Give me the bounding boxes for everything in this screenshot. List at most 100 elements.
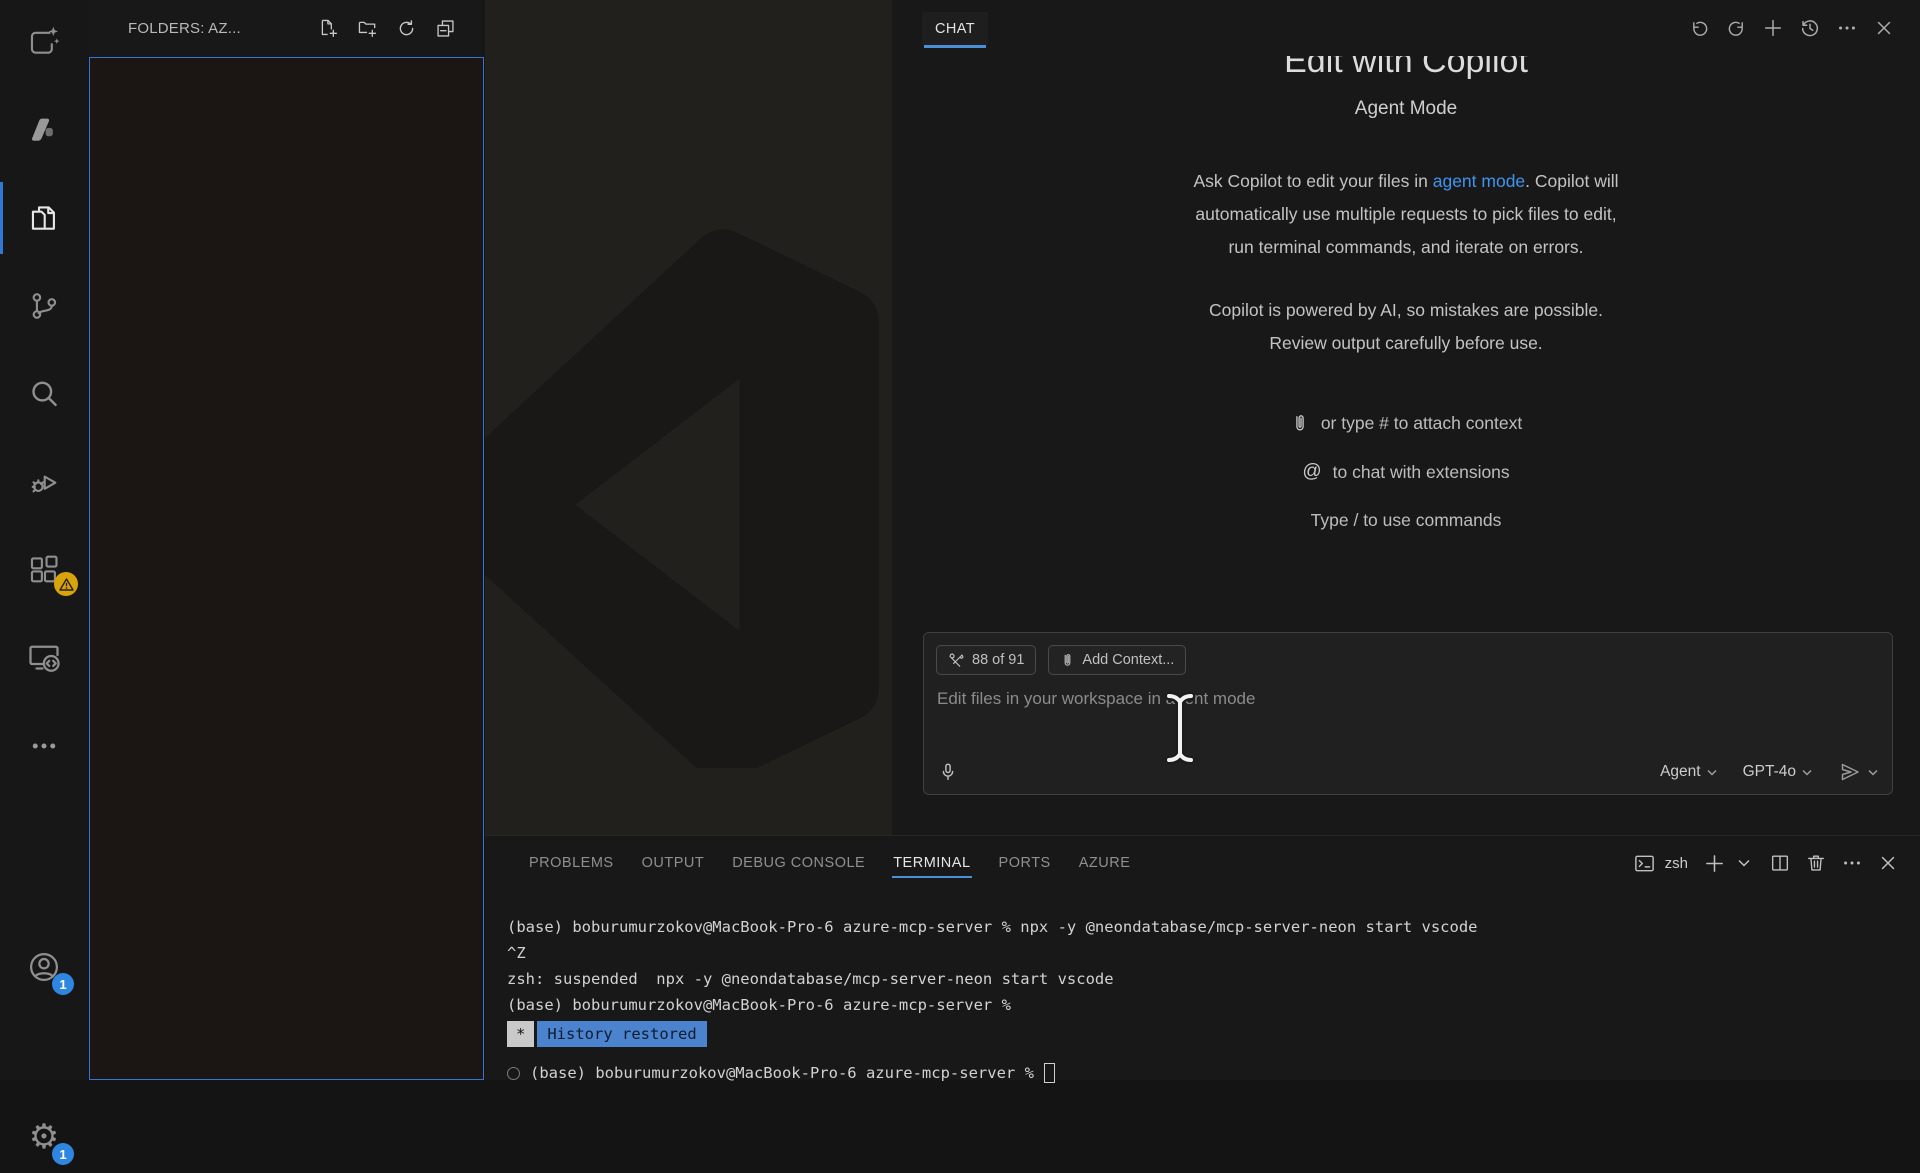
- history-icon: [1799, 17, 1821, 39]
- chevron-down-icon: [1868, 769, 1878, 776]
- chat-history-button[interactable]: [1798, 16, 1822, 40]
- activity-remote-explorer[interactable]: [0, 622, 88, 694]
- terminal-cursor: [1044, 1063, 1055, 1083]
- terminal-line: ^Z: [507, 940, 1912, 966]
- chevron-down-icon: [1707, 769, 1717, 776]
- p1-line2: automatically use multiple requests to p…: [1195, 204, 1616, 224]
- activity-source-control[interactable]: [0, 270, 88, 342]
- hint-extensions-label: to chat with extensions: [1333, 462, 1510, 483]
- chat-input-box[interactable]: 88 of 91 Add Context... Edit files in yo…: [923, 632, 1893, 795]
- kill-terminal-button[interactable]: [1804, 851, 1828, 875]
- activity-explorer[interactable]: [0, 182, 88, 254]
- new-file-icon: [318, 18, 339, 39]
- new-chat-button[interactable]: [1761, 16, 1785, 40]
- redo-icon: [1726, 18, 1747, 39]
- tab-debug-console[interactable]: DEBUG CONSOLE: [731, 846, 866, 880]
- tab-terminal[interactable]: TERMINAL: [892, 846, 971, 880]
- p2-line2: Review output carefully before use.: [1269, 333, 1542, 353]
- microphone-icon: [937, 761, 959, 783]
- command-decoration-icon: [507, 1067, 520, 1080]
- terminal-shell-button[interactable]: [1633, 851, 1657, 875]
- new-file-button[interactable]: [316, 17, 340, 41]
- model-picker[interactable]: GPT-4o: [1743, 763, 1812, 781]
- collapse-all-icon: [435, 18, 456, 39]
- activity-settings[interactable]: ⚙ 1: [0, 1101, 88, 1173]
- more-icon: [1841, 852, 1863, 874]
- chat-title: Edit with Copilot: [892, 56, 1920, 81]
- chat-more-button[interactable]: [1835, 16, 1859, 40]
- collapse-all-button[interactable]: [433, 17, 457, 41]
- panel-more-button[interactable]: [1840, 851, 1864, 875]
- explorer-tree[interactable]: [89, 57, 484, 1080]
- activity-search[interactable]: [0, 358, 88, 430]
- p1-text-b: . Copilot will: [1525, 171, 1618, 191]
- bottom-panel: PROBLEMS OUTPUT DEBUG CONSOLE TERMINAL P…: [485, 835, 1920, 1080]
- extensions-warning-badge: [54, 572, 78, 596]
- tab-chat[interactable]: CHAT: [922, 12, 988, 45]
- sidebar-header: FOLDERS: AZ...: [88, 0, 485, 57]
- chat-subtitle: Agent Mode: [892, 98, 1920, 120]
- more-icon: [1836, 17, 1858, 39]
- activity-azure-extension[interactable]: [0, 94, 88, 166]
- mic-button[interactable]: [936, 760, 960, 784]
- undo-button[interactable]: [1687, 16, 1711, 40]
- remote-explorer-icon: [26, 640, 62, 676]
- activity-extensions[interactable]: [0, 534, 88, 606]
- panel-close-button[interactable]: [1876, 851, 1900, 875]
- terminal-prompt-text: (base) boburumurzokov@MacBook-Pro-6 azur…: [530, 1060, 1034, 1086]
- activity-bar: 1 ⚙ 1: [0, 0, 88, 1080]
- paperclip-icon: [1290, 412, 1310, 434]
- chat-paragraph-1: Ask Copilot to edit your files in agent …: [892, 165, 1920, 264]
- new-terminal-button[interactable]: [1702, 851, 1726, 875]
- more-icon: [29, 731, 59, 761]
- history-restored-chip: History restored: [537, 1021, 706, 1047]
- chat-tab-underline: [924, 45, 986, 48]
- editor-area[interactable]: [485, 0, 892, 835]
- send-button[interactable]: [1838, 760, 1878, 784]
- at-icon: @: [1302, 461, 1321, 483]
- terminal-output[interactable]: (base) boburumurzokov@MacBook-Pro-6 azur…: [507, 914, 1912, 1086]
- split-editor-icon: [1769, 852, 1791, 874]
- terminal-line: (base) boburumurzokov@MacBook-Pro-6 azur…: [507, 914, 1912, 940]
- terminal-line: (base) boburumurzokov@MacBook-Pro-6 azur…: [507, 992, 1912, 1018]
- settings-badge: 1: [52, 1143, 74, 1165]
- activity-run-debug[interactable]: [0, 446, 88, 518]
- search-icon: [27, 377, 61, 411]
- mode-picker[interactable]: Agent: [1660, 763, 1717, 781]
- plus-icon: [1703, 852, 1726, 875]
- activity-more[interactable]: [0, 710, 88, 782]
- refresh-icon: [396, 18, 417, 39]
- tab-ports[interactable]: PORTS: [998, 846, 1052, 880]
- paperclip-icon: [1060, 651, 1075, 669]
- agent-mode-link[interactable]: agent mode: [1433, 171, 1525, 191]
- accounts-badge: 1: [52, 973, 74, 995]
- split-terminal-button[interactable]: [1768, 851, 1792, 875]
- history-star-chip: *: [507, 1021, 534, 1047]
- hint-commands: Type / to use commands: [892, 510, 1920, 531]
- close-icon: [1873, 17, 1895, 39]
- activity-accounts[interactable]: 1: [0, 931, 88, 1003]
- tab-azure[interactable]: AZURE: [1078, 846, 1132, 880]
- run-debug-icon: [27, 465, 61, 499]
- activity-copilot-edits[interactable]: [0, 6, 88, 78]
- tab-problems[interactable]: PROBLEMS: [528, 846, 615, 880]
- p2-line1: Copilot is powered by AI, so mistakes ar…: [1209, 300, 1603, 320]
- refresh-button[interactable]: [394, 17, 418, 41]
- shell-label: zsh: [1665, 855, 1688, 872]
- chat-input-placeholder[interactable]: Edit files in your workspace in agent mo…: [937, 689, 1880, 709]
- add-context-button[interactable]: Add Context...: [1048, 645, 1186, 675]
- redo-button[interactable]: [1724, 16, 1748, 40]
- tools-count-label: 88 of 91: [972, 652, 1024, 668]
- chat-close-button[interactable]: [1872, 16, 1896, 40]
- undo-icon: [1689, 18, 1710, 39]
- tools-icon: [948, 652, 965, 669]
- trash-icon: [1805, 852, 1827, 874]
- active-indicator: [0, 182, 3, 254]
- launch-profile-button[interactable]: [1732, 851, 1756, 875]
- new-chat-icon: [1762, 17, 1784, 39]
- tab-output[interactable]: OUTPUT: [641, 846, 706, 880]
- tools-count-pill[interactable]: 88 of 91: [936, 645, 1036, 675]
- new-folder-icon: [357, 18, 378, 39]
- p1-text-a: Ask Copilot to edit your files in: [1193, 171, 1432, 191]
- new-folder-button[interactable]: [355, 17, 379, 41]
